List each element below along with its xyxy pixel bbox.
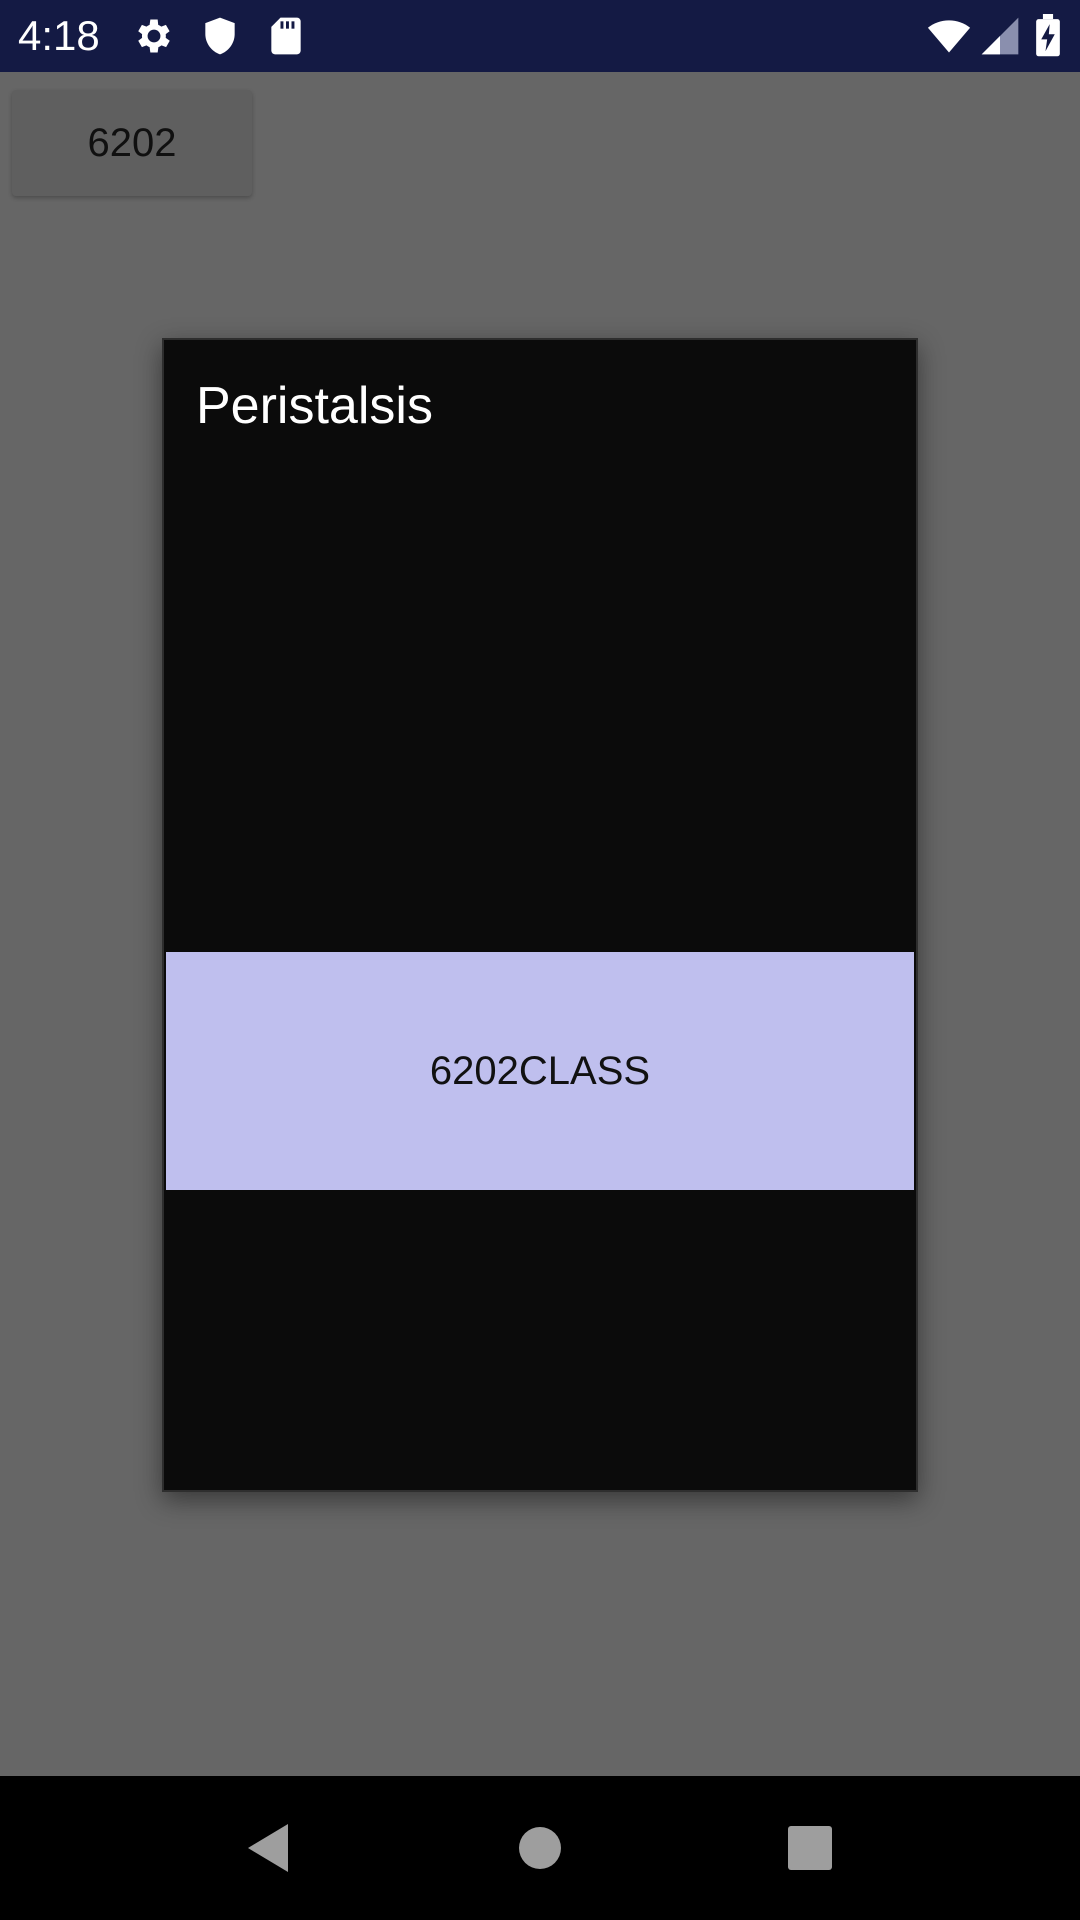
home-icon[interactable]: [480, 1776, 600, 1920]
battery-charging-icon: [1030, 14, 1066, 58]
selection-dialog: Peristalsis 6202CLASS: [162, 338, 918, 1492]
dialog-option-item[interactable]: 6202CLASS: [166, 952, 914, 1190]
cell-signal-icon: [978, 14, 1022, 58]
gear-icon: [132, 14, 176, 58]
navigation-bar: [0, 1776, 1080, 1920]
status-bar: 4:18: [0, 0, 1080, 72]
shield-icon: [198, 14, 242, 58]
recents-icon[interactable]: [750, 1776, 870, 1920]
background-app-button[interactable]: 6202: [12, 90, 252, 196]
back-icon[interactable]: [208, 1776, 328, 1920]
sd-card-icon: [264, 14, 308, 58]
dialog-title: Peristalsis: [196, 377, 433, 435]
status-time: 4:18: [18, 12, 100, 59]
wifi-icon: [924, 14, 974, 58]
